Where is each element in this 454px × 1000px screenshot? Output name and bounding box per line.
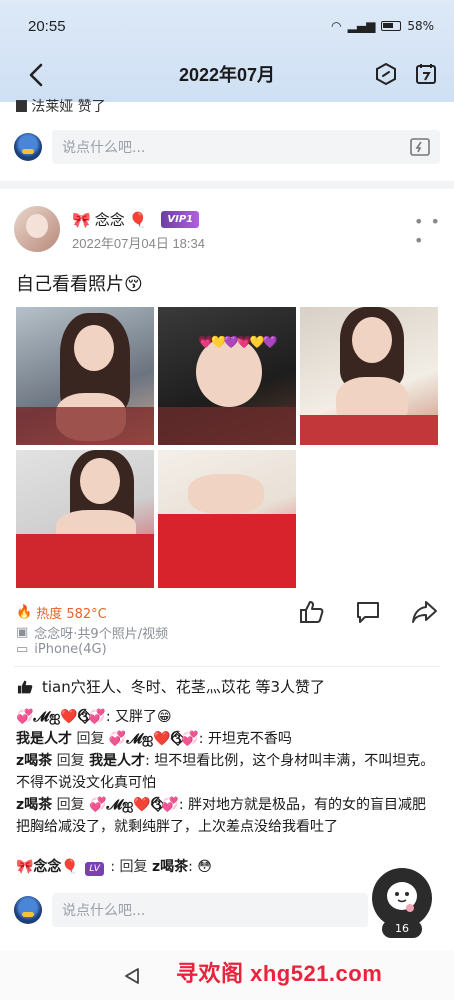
vip-badge: VIP1	[161, 211, 200, 228]
photo-1[interactable]	[16, 307, 154, 445]
mascot-icon	[387, 882, 417, 912]
photo-4[interactable]	[16, 450, 154, 588]
fab-count-badge: 16	[382, 920, 422, 938]
previous-post-likes: ▇ 法莱娅 赞了	[16, 96, 106, 112]
post-heat: 🔥 热度 582°C	[16, 605, 107, 622]
comment-item[interactable]: 💞𝓜ஐ❤️ઉ⃟💞: 又胖了😁	[16, 706, 440, 728]
post-time: 2022年07月04日 18:34	[72, 236, 205, 251]
battery-icon	[381, 21, 402, 31]
hexagon-icon[interactable]	[374, 62, 398, 86]
floating-mascot-button[interactable]	[372, 868, 432, 928]
top-bar: 20:55 ◠ ▂▄▆ 58% 2022年07月	[0, 0, 454, 102]
like-filled-icon	[17, 680, 33, 693]
more-options-icon[interactable]: • • •	[414, 212, 454, 250]
photo-5[interactable]	[158, 450, 296, 588]
wifi-icon: ◠	[331, 19, 342, 33]
comment-input[interactable]: 说点什么吧...	[52, 130, 440, 164]
signal-icon: ▂▄▆	[347, 19, 376, 33]
post-author-avatar[interactable]	[14, 206, 60, 252]
comment-item[interactable]: z喝茶 回复 我是人才: 坦不坦看比例，这个身材叫丰满，不叫坦克。不得不说没文化…	[16, 750, 440, 794]
share-icon[interactable]	[410, 598, 438, 626]
photo-2[interactable]: 💗💛💜💗💛💜	[158, 307, 296, 445]
nav-bar: 2022年07月	[0, 52, 454, 96]
fire-icon: 🔥	[16, 605, 33, 620]
post-device: ▭ iPhone(4G)	[16, 642, 107, 657]
comment-row-top: 说点什么吧...	[14, 129, 440, 165]
calendar-icon[interactable]	[414, 62, 438, 86]
status-time: 20:55	[28, 17, 66, 35]
comment-input[interactable]: 说点什么吧...	[52, 893, 368, 927]
section-divider	[0, 181, 454, 189]
likes-summary[interactable]: tian穴狂人、冬时、花茎灬苡花 等3人赞了	[16, 676, 325, 697]
comment-item[interactable]: 我是人才 回复 💞𝓜ஐ❤️ઉ⃟💞: 开坦克不香吗	[16, 728, 440, 750]
post-text: 自己看看照片😚	[16, 274, 143, 295]
level-badge: LV	[85, 862, 104, 876]
post-album[interactable]: ▣ 念念呀·共9个照片/视频	[16, 623, 168, 642]
system-back-icon[interactable]	[122, 966, 142, 986]
phone-icon: ▭	[16, 642, 29, 657]
comment-icon[interactable]	[354, 598, 382, 626]
bow-icon: 🎀	[72, 210, 91, 229]
balloon-icon: 🎈	[128, 210, 148, 229]
battery-percent: 58%	[407, 19, 434, 33]
back-arrow-icon[interactable]	[22, 60, 52, 90]
like-small-icon: ▇	[16, 99, 32, 112]
photo-3[interactable]	[300, 307, 438, 445]
post-author[interactable]: 🎀 念念 🎈 VIP1	[72, 209, 200, 230]
post-author-name: 念念	[94, 211, 125, 229]
album-icon: ▣	[16, 625, 29, 640]
watermark: 寻欢阁 xhg521.com	[176, 961, 383, 986]
avatar	[14, 133, 42, 161]
avatar	[14, 896, 42, 924]
divider-line	[14, 666, 440, 667]
status-bar: 20:55 ◠ ▂▄▆ 58%	[28, 12, 434, 40]
comment-item[interactable]: z喝茶 回复 💞𝓜ஐ❤️ઉ⃟💞: 胖对地方就是极品，有的女的盲目减肥把胸给减没了…	[16, 794, 440, 838]
status-icons: ◠ ▂▄▆ 58%	[331, 19, 434, 33]
heart-stickers: 💗💛💜💗💛💜	[198, 335, 278, 349]
like-icon[interactable]	[298, 598, 326, 626]
image-picker-icon[interactable]	[410, 138, 430, 156]
